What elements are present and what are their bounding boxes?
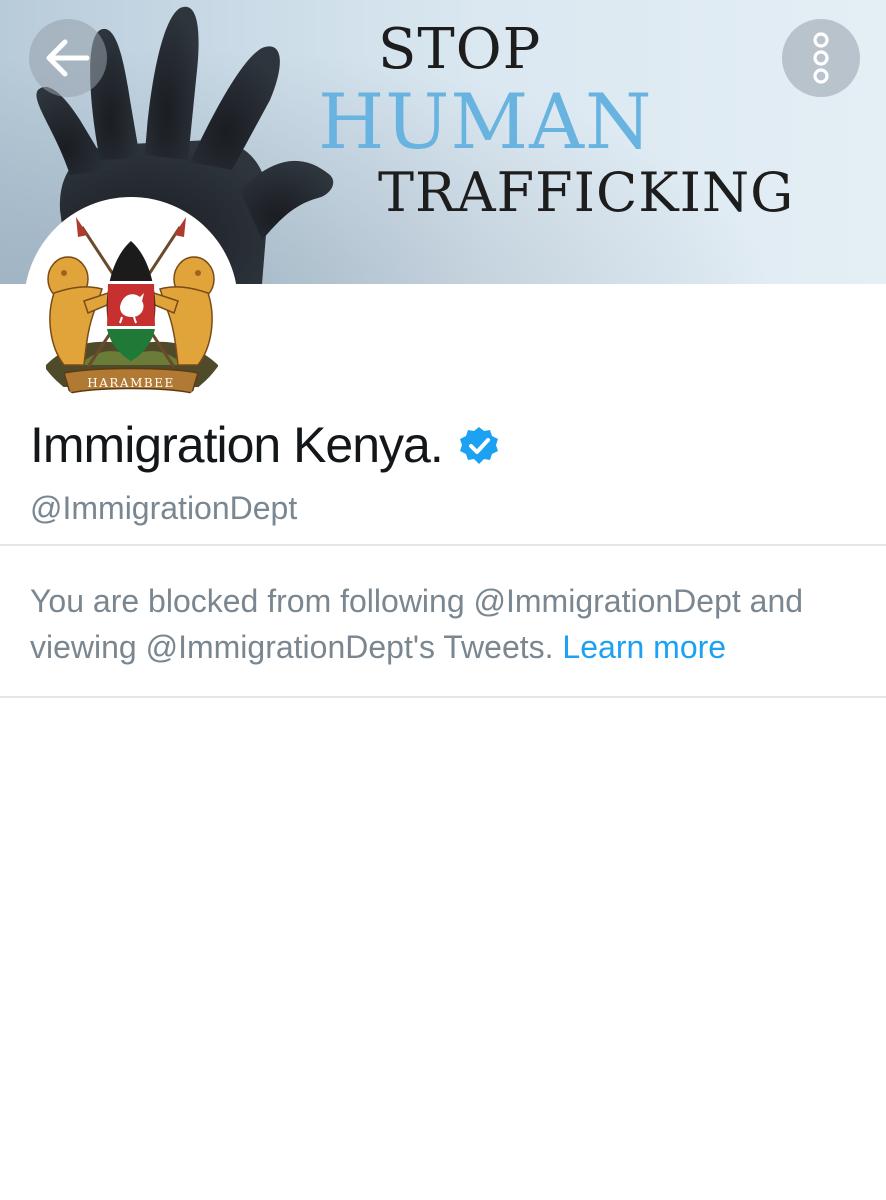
- profile-name-row: Immigration Kenya.: [30, 414, 499, 476]
- kenya-coat-of-arms-emblem: HARAMBEE: [46, 217, 218, 394]
- section-divider: [0, 544, 886, 546]
- motto-scroll-text: HARAMBEE: [87, 376, 174, 390]
- arrow-left-icon: [46, 39, 90, 77]
- vertical-dots-icon: [813, 32, 829, 84]
- more-options-button[interactable]: [782, 19, 860, 97]
- banner-line-trafficking: TRAFFICKING: [378, 161, 795, 224]
- profile-handle: @ImmigrationDept: [30, 490, 298, 526]
- verified-badge-icon: [459, 427, 498, 464]
- banner-line-human: HUMAN: [318, 77, 653, 166]
- profile-display-name: Immigration Kenya.: [30, 417, 444, 473]
- learn-more-link[interactable]: Learn more: [562, 629, 726, 665]
- profile-avatar[interactable]: HARAMBEE: [24, 197, 238, 411]
- blocked-notice: You are blocked from following @Immigrat…: [30, 578, 860, 670]
- section-divider: [0, 696, 886, 698]
- banner-line-stop: STOP: [378, 17, 542, 82]
- back-button[interactable]: [29, 19, 107, 97]
